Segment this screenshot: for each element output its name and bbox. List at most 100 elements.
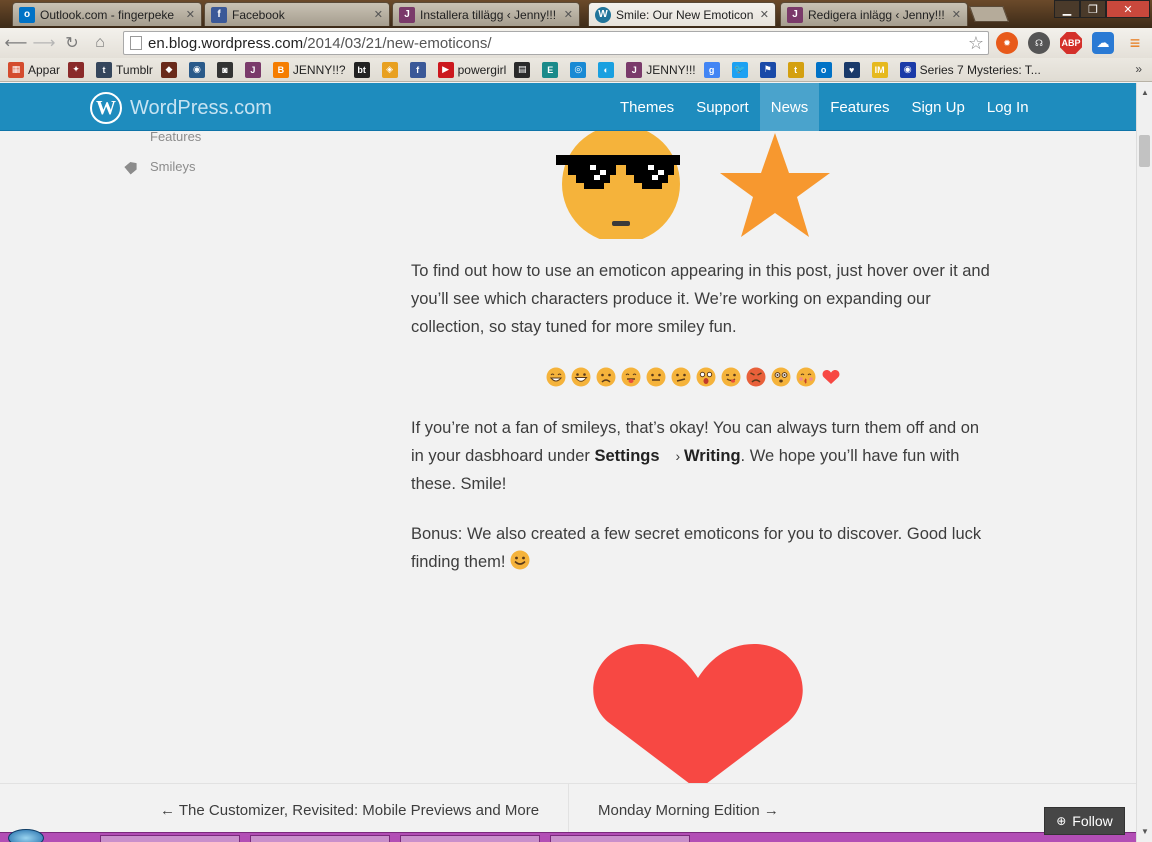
bookmark-item[interactable]: E — [542, 61, 562, 78]
bookmark-item[interactable]: 🐦 — [731, 61, 752, 78]
browser-tab-installera[interactable]: J Installera tillägg ‹ Jenny!!! ✕ — [392, 2, 580, 26]
bookmark-item[interactable]: t — [787, 61, 808, 78]
cloud-extension-icon[interactable]: ☁ — [1092, 32, 1114, 54]
jenny-blog-icon: J — [626, 61, 643, 78]
nav-sign-up[interactable]: Sign Up — [900, 83, 975, 131]
wink-tongue-emoticon — [721, 367, 741, 387]
tag-smileys[interactable]: Smileys — [126, 159, 196, 174]
jenny-blog-icon: J — [787, 6, 803, 23]
bookmark-blue-icon: ◎ — [570, 61, 587, 78]
outlook-icon: o — [815, 61, 832, 78]
home-icon[interactable]: ⌂ — [88, 31, 112, 55]
tab-close-icon[interactable]: ✕ — [564, 8, 573, 21]
bookmark-item[interactable]: ▤ — [514, 61, 534, 78]
confused-emoticon — [671, 367, 691, 387]
bookmark-item[interactable]: ◆ — [160, 61, 181, 78]
previous-post-link[interactable]: ← The Customizer, Revisited: Mobile Prev… — [160, 802, 539, 819]
bookmark-item[interactable]: ▶ powergirl — [437, 61, 507, 78]
scroll-down-icon[interactable]: ▼ — [1141, 827, 1149, 836]
back-icon[interactable]: ⟵ — [4, 31, 28, 55]
bookmark-item[interactable]: ◈ — [381, 61, 402, 78]
bookmark-item[interactable]: f — [409, 61, 430, 78]
fire-extension-icon[interactable]: ✹ — [996, 32, 1018, 54]
nav-support[interactable]: Support — [685, 83, 760, 131]
adblock-plus-icon[interactable]: ABP — [1060, 32, 1082, 54]
minimize-icon[interactable]: ▁ — [1054, 0, 1080, 18]
post-paragraph-bonus: Bonus: We also created a few secret emot… — [411, 520, 991, 576]
bookmark-star-icon[interactable]: ☆ — [968, 33, 984, 54]
bookmark-item[interactable]: B JENNY!!? — [272, 61, 346, 78]
bookmark-label: JENNY!!? — [292, 62, 346, 77]
tab-close-icon[interactable]: ✕ — [760, 8, 769, 21]
frown-emoticon — [596, 367, 616, 387]
address-bar[interactable]: en.blog.wordpress.com/2014/03/21/new-emo… — [123, 31, 989, 55]
bookmark-item[interactable]: ◉ Series 7 Mysteries: T... — [899, 61, 1041, 78]
bookmark-item[interactable]: IM — [871, 61, 892, 78]
browser-tab-facebook[interactable]: f Facebook ✕ — [204, 2, 390, 26]
bookmark-item[interactable]: ◉ — [188, 61, 209, 78]
url-host: en.blog.wordpress.com — [148, 34, 304, 52]
tab-title: Outlook.com - fingerpeke — [40, 7, 175, 22]
tag-features[interactable]: Features — [150, 129, 201, 144]
facebook-icon: f — [409, 61, 426, 78]
star-emoticon — [720, 133, 830, 237]
bookmark-item[interactable]: ▦ Appar — [8, 61, 60, 78]
close-window-icon[interactable]: ✕ — [1106, 0, 1150, 18]
shocked-emoticon — [696, 367, 716, 387]
next-post-link[interactable]: Monday Morning Edition → — [598, 802, 779, 819]
tab-title: Redigera inlägg ‹ Jenny!!! - — [808, 7, 948, 22]
bookmark-item[interactable]: ⚑ — [759, 61, 780, 78]
follow-button[interactable]: ⊕ Follow — [1044, 807, 1125, 835]
taskbar-item[interactable] — [100, 835, 240, 842]
heart-emoticon — [822, 370, 840, 384]
bookmark-item[interactable]: t Tumblr — [96, 61, 153, 78]
bookmark-telenor-icon: ◐ — [598, 61, 615, 78]
bookmark-item[interactable]: o — [815, 61, 836, 78]
scrollbar-thumb[interactable] — [1139, 135, 1150, 167]
start-button-icon[interactable] — [8, 829, 44, 842]
bookmark-item[interactable]: J — [244, 61, 265, 78]
maximize-icon[interactable]: ❐ — [1080, 0, 1106, 18]
bookmark-item[interactable]: ✦ — [68, 61, 88, 78]
forward-icon[interactable]: ⟶ — [32, 31, 56, 55]
tab-close-icon[interactable]: ✕ — [952, 8, 961, 21]
nav-features[interactable]: Features — [819, 83, 900, 131]
tab-close-icon[interactable]: ✕ — [374, 8, 383, 21]
menu-icon[interactable]: ≡ — [1124, 32, 1146, 54]
nav-themes[interactable]: Themes — [609, 83, 685, 131]
nav-log-in[interactable]: Log In — [976, 83, 1040, 131]
os-taskbar — [0, 829, 1136, 842]
bookmark-heart-icon: ♥ — [843, 61, 860, 78]
bookmark-item[interactable]: ◎ — [570, 61, 590, 78]
tongue-emoticon — [621, 367, 641, 387]
bookmark-cat-icon: ◙ — [216, 61, 233, 78]
facebook-icon: f — [211, 6, 227, 23]
bookmark-item[interactable]: ♥ — [843, 61, 864, 78]
browser-tab-outlook[interactable]: o Outlook.com - fingerpeke ✕ — [12, 2, 202, 26]
more-bookmarks-icon[interactable]: » — [1135, 62, 1142, 76]
taskbar-item[interactable] — [400, 835, 540, 842]
bookmark-label: powergirl — [457, 62, 507, 77]
bookmark-runner-icon: ⚑ — [759, 61, 776, 78]
bookmark-item[interactable]: ◐ — [598, 61, 618, 78]
page-scrollbar[interactable]: ▲ ▼ — [1136, 83, 1152, 842]
bookmark-e-icon: E — [542, 61, 559, 78]
bookmark-item[interactable]: J JENNY!!! — [626, 61, 696, 78]
tab-close-icon[interactable]: ✕ — [186, 8, 195, 21]
neutral-emoticon — [646, 367, 666, 387]
scroll-up-icon[interactable]: ▲ — [1141, 88, 1149, 97]
headphones-extension-icon[interactable]: ☊ — [1028, 32, 1050, 54]
browser-tab-smile[interactable]: W Smile: Our New Emoticon ✕ — [588, 2, 776, 26]
taskbar-item[interactable] — [250, 835, 390, 842]
bookmark-game-icon: ◆ — [160, 61, 177, 78]
bookmark-item[interactable]: g — [703, 61, 724, 78]
new-tab-button[interactable] — [969, 6, 1009, 22]
browser-tab-strip: o Outlook.com - fingerpeke ✕ f Facebook … — [0, 0, 1152, 28]
browser-tab-redigera[interactable]: J Redigera inlägg ‹ Jenny!!! - ✕ — [780, 2, 968, 26]
nav-news[interactable]: News — [759, 83, 820, 131]
wordpress-logo[interactable]: W WordPress.com — [90, 92, 272, 124]
bookmark-item[interactable]: ◙ — [216, 61, 237, 78]
reload-icon[interactable]: ↻ — [60, 31, 84, 55]
taskbar-item[interactable] — [550, 835, 690, 842]
bookmark-item[interactable]: bt — [353, 61, 374, 78]
